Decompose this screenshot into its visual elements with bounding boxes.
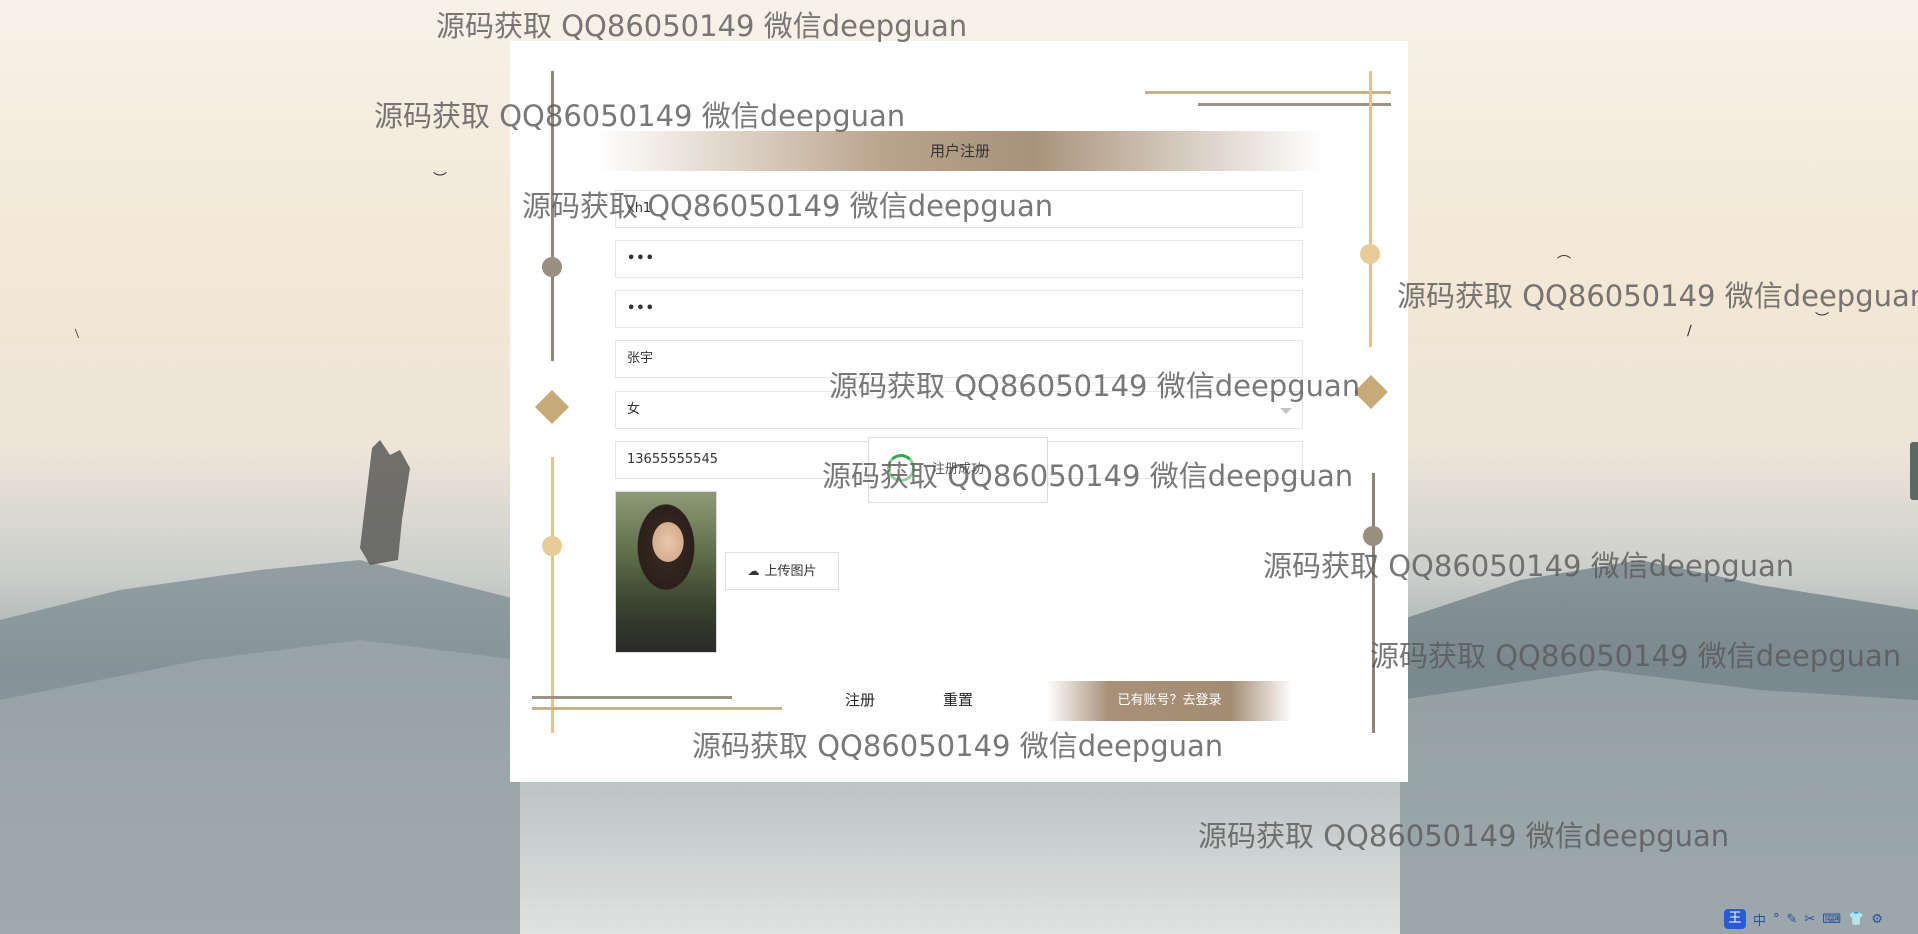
deco-diamond [535,390,569,424]
bird-icon: ⌒ [1557,255,1571,271]
ime-chinese-toggle[interactable]: 中 [1753,910,1766,929]
side-handle[interactable] [1910,442,1918,500]
ime-toolbar: 王 中 ° ✎ ✂ ⌨ 👕 ⚙ [1718,908,1918,930]
ime-keyboard-icon[interactable]: ⌨ [1822,912,1841,927]
cloud-upload-icon: ☁ [747,564,760,578]
deco-line [1145,91,1391,94]
deco-line [1198,103,1391,106]
watermark: 源码获取 QQ86050149 微信deepguan [1198,819,1730,853]
bird-icon: ∕ [1687,323,1692,339]
watermark: 源码获取 QQ86050149 微信deepguan [522,189,1054,223]
watermark: 源码获取 QQ86050149 微信deepguan [1397,279,1918,313]
deco-line [532,707,782,710]
watermark: 源码获取 QQ86050149 微信deepguan [822,459,1354,493]
reset-button[interactable]: 重置 [943,689,973,710]
upload-image-button[interactable]: ☁ 上传图片 [725,552,839,590]
ime-skin-icon[interactable]: 👕 [1848,912,1864,927]
upload-label: 上传图片 [764,564,817,579]
form-title: 用户注册 [596,131,1324,171]
avatar [615,491,717,653]
deco-dot [542,536,562,556]
watermark: 源码获取 QQ86050149 微信deepguan [1370,639,1902,673]
bird-icon: ︶ [1815,312,1829,328]
ime-pen-icon[interactable]: ✎ [1787,912,1798,927]
ime-punct-icon[interactable]: ° [1773,912,1780,927]
watermark: 源码获取 QQ86050149 微信deepguan [829,369,1361,403]
deco-dot [542,257,562,277]
watermark: 源码获取 QQ86050149 微信deepguan [374,99,906,133]
deco-line [1372,473,1375,733]
bird-icon: ﹨ [70,325,84,341]
password-input[interactable]: ••• [615,240,1303,278]
watermark: 源码获取 QQ86050149 微信deepguan [436,9,968,43]
watermark: 源码获取 QQ86050149 微信deepguan [692,729,1224,763]
go-login-link[interactable]: 已有账号？去登录 [1047,681,1292,721]
register-card: 用户注册 xh1 ••• ••• 张宇 女 13655555545 ☁ 上传图片 … [510,41,1408,782]
gender-value: 女 [627,402,641,417]
deco-line [551,457,554,733]
ime-settings-icon[interactable]: ⚙ [1871,912,1883,927]
watermark: 源码获取 QQ86050149 微信deepguan [1263,549,1795,583]
deco-line [532,696,732,699]
ime-logo-icon[interactable]: 王 [1724,909,1746,929]
bird-icon: ︶ [433,172,447,188]
deco-dot [1360,244,1380,264]
chevron-down-icon [1280,408,1292,414]
register-button[interactable]: 注册 [845,689,875,710]
deco-line [1369,71,1372,347]
confirm-password-input[interactable]: ••• [615,290,1303,328]
ime-scissors-icon[interactable]: ✂ [1804,912,1815,927]
